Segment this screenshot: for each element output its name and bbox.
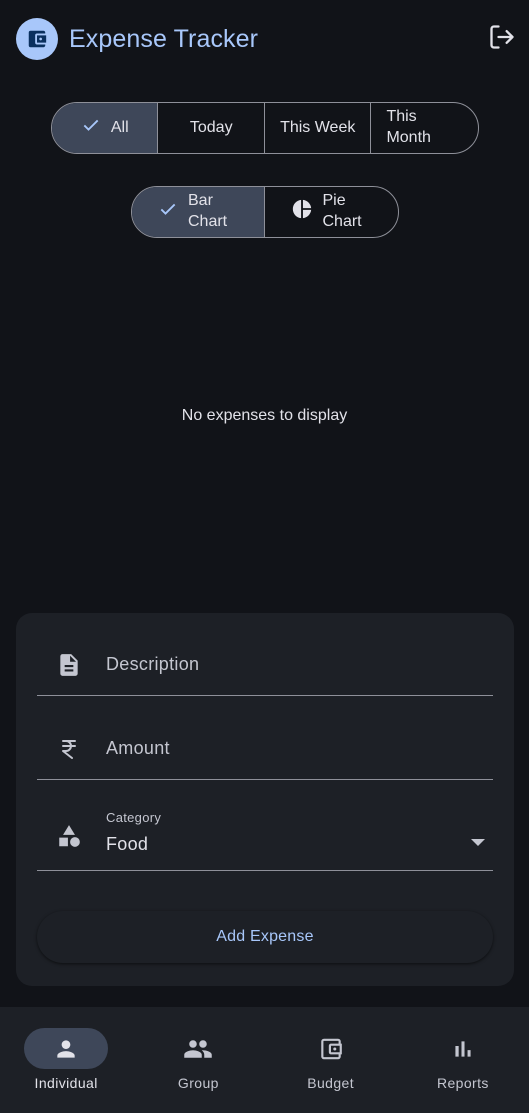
pie-chart-label: Pie Chart	[322, 192, 362, 230]
check-icon	[158, 199, 178, 226]
bar-chart-button[interactable]: Bar Chart	[132, 187, 265, 237]
app-title: Expense Tracker	[69, 24, 259, 53]
wallet-icon	[16, 18, 58, 60]
filter-this-month-label: This Month	[386, 108, 431, 146]
add-expense-card: Description Amount Category Food Add Exp…	[16, 613, 514, 986]
nav-reports[interactable]: Reports	[397, 1007, 529, 1113]
nav-reports-label: Reports	[436, 1075, 489, 1091]
filter-all-label: All	[110, 118, 129, 136]
chart-type-segmented: Bar Chart Pie Chart	[131, 186, 399, 238]
check-icon	[81, 115, 101, 142]
nav-individual[interactable]: Individual	[0, 1007, 132, 1113]
amount-field[interactable]: Amount	[37, 717, 493, 780]
person-icon	[24, 1028, 109, 1069]
time-filter-segmented: All Today This Week This Month	[51, 102, 479, 154]
add-expense-button[interactable]: Add Expense	[37, 911, 493, 963]
rupee-icon	[55, 735, 83, 763]
nav-group[interactable]: Group	[132, 1007, 264, 1113]
empty-chart-message: No expenses to display	[181, 407, 348, 424]
logout-icon[interactable]	[487, 22, 517, 52]
nav-budget[interactable]: Budget	[265, 1007, 397, 1113]
category-icon	[55, 822, 83, 850]
bottom-navigation: Individual Group Budget Reports	[0, 1007, 529, 1113]
category-label: Category	[106, 810, 162, 825]
app-bar: Expense Tracker	[0, 0, 529, 78]
nav-group-label: Group	[177, 1075, 219, 1091]
filter-this-week-button[interactable]: This Week	[265, 103, 372, 153]
filter-this-week-label: This Week	[280, 118, 356, 136]
nav-budget-label: Budget	[307, 1075, 355, 1091]
filter-today-button[interactable]: Today	[158, 103, 265, 153]
wallet-icon	[289, 1028, 373, 1069]
pie-chart-icon	[291, 198, 313, 227]
bar-chart-icon	[421, 1028, 505, 1069]
pie-chart-button[interactable]: Pie Chart	[265, 187, 398, 237]
description-placeholder: Description	[106, 654, 200, 674]
category-dropdown[interactable]: Category Food	[37, 801, 493, 871]
filter-today-label: Today	[189, 118, 233, 136]
dropdown-arrow-icon	[471, 839, 485, 846]
category-value: Food	[106, 834, 149, 854]
filter-all-button[interactable]: All	[52, 103, 159, 153]
filter-this-month-button[interactable]: This Month	[371, 103, 478, 153]
nav-individual-label: Individual	[34, 1075, 98, 1091]
bar-chart-label: Bar Chart	[188, 192, 228, 230]
amount-placeholder: Amount	[106, 738, 170, 758]
description-field[interactable]: Description	[37, 633, 493, 696]
description-icon	[55, 651, 83, 679]
group-icon	[156, 1028, 240, 1069]
